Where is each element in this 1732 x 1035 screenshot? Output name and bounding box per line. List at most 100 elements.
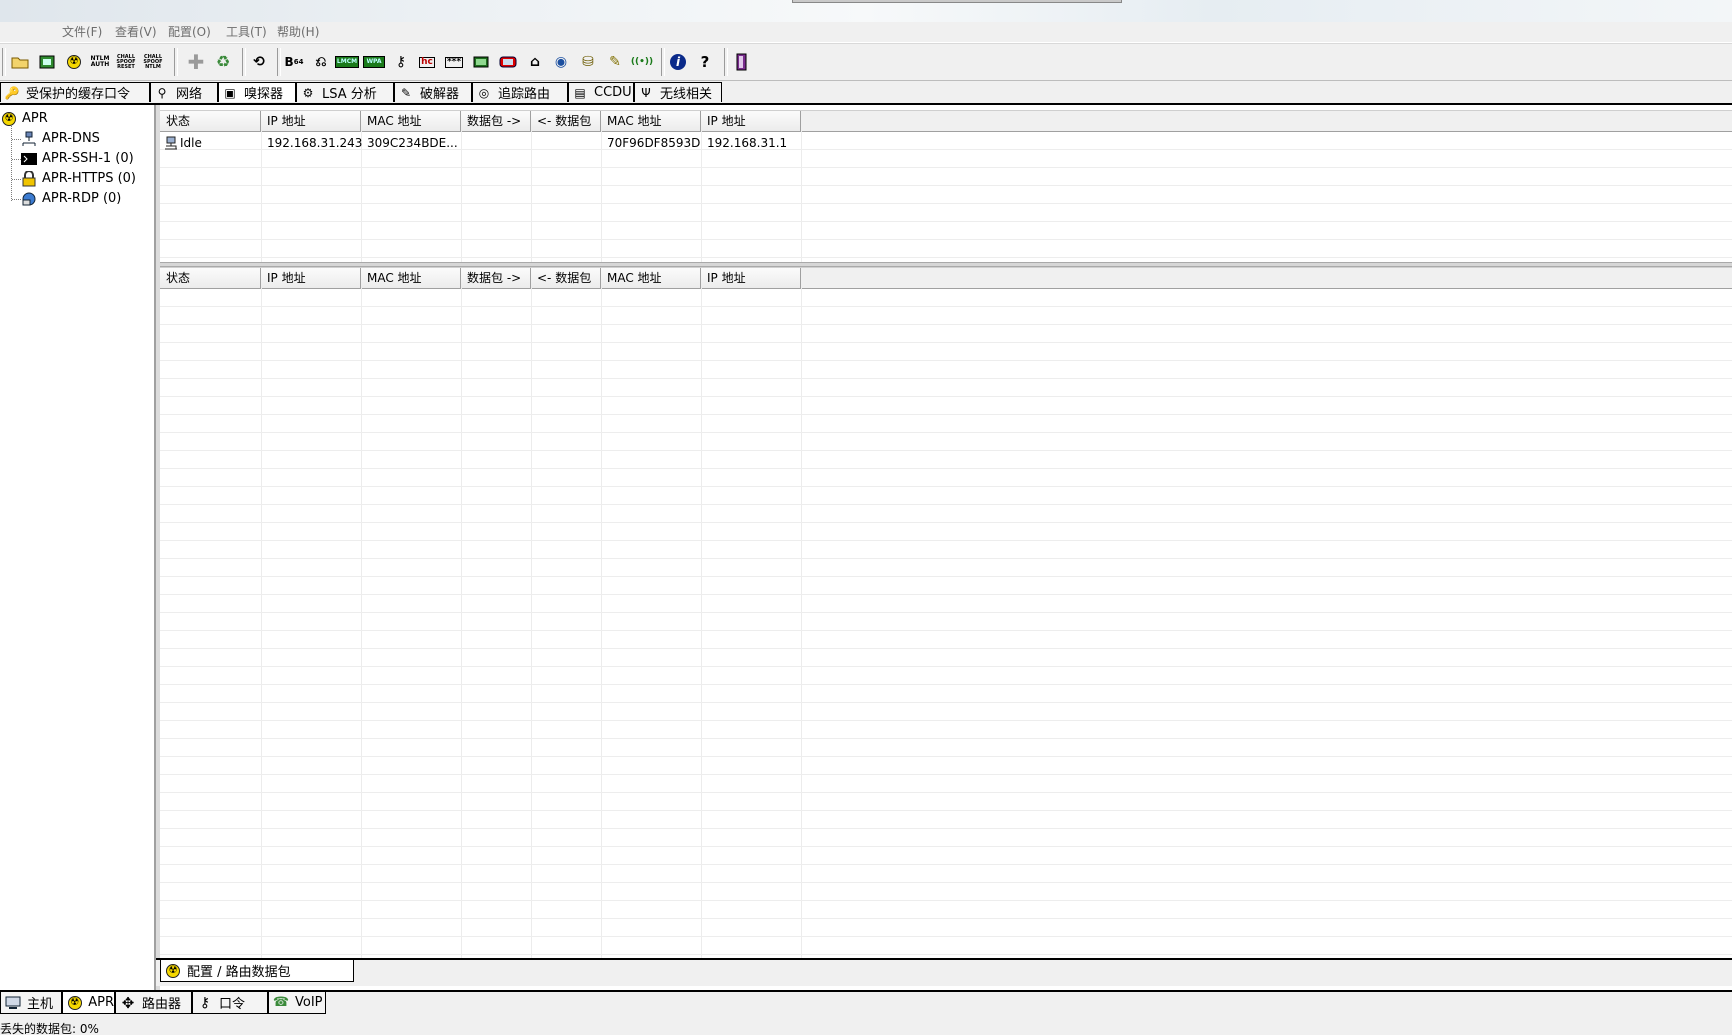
column-header-mac[interactable]: MAC 地址 [361,268,461,288]
lmcm-icon[interactable]: LMCM [334,51,360,73]
grid-line [160,468,1732,469]
grid-header: 状态 IP 地址 MAC 地址 数据包 -> <- 数据包 MAC 地址 IP … [160,110,1732,132]
password-stars-icon[interactable]: *** [443,51,465,73]
network-icon: ⚲ [157,85,167,100]
column-header-status[interactable]: 状态 [160,268,261,288]
tab-voip[interactable]: ☎ VoIP [268,992,326,1014]
tab-label: 嗅探器 [244,87,284,102]
wpa-icon[interactable]: WPA [363,51,385,73]
tree-connector [12,179,21,180]
tab-router[interactable]: ✥ 路由器 [115,992,192,1014]
chall-spoof-reset-icon[interactable]: CHALL SPOOF RESET [115,51,137,73]
decoder-icon[interactable]: ⛁ [577,51,599,73]
menu-file[interactable]: 文件(F) [58,23,106,41]
tab-wireless[interactable]: Ψ 无线相关 [634,82,722,102]
column-header-ip-2[interactable]: IP 地址 [701,268,801,288]
tab-protected-cache[interactable]: 🔑 受保护的缓存口令 [0,82,150,102]
wireless-antenna-icon: Ψ [641,85,651,100]
cable-icon[interactable]: ⎌ [310,51,332,73]
network-globe-icon[interactable]: ◉ [550,51,572,73]
box-icon[interactable] [497,51,519,73]
menu-config[interactable]: 配置(O) [164,23,215,41]
tab-config-route-packets[interactable]: ☢ 配置 / 路由数据包 [160,960,354,982]
sub-tab-bar: ☢ 配置 / 路由数据包 [156,958,1732,986]
menu-tools[interactable]: 工具(T) [222,23,271,41]
tab-apr[interactable]: ☢ APR [62,992,115,1014]
menu-bar: 文件(F) 查看(V) 配置(O) 工具(T) 帮助(H) [0,22,1732,42]
grid-line [160,450,1732,451]
tree-node-apr-https[interactable]: APR-HTTPS (0) [21,170,136,188]
main-tab-bar: 主机 ☢ APR ✥ 路由器 ⚷ 口令 ☎ VoIP [0,990,1732,1016]
grid-line [361,288,362,958]
column-header-packets-in[interactable]: <- 数据包 [531,268,601,288]
terminal-icon[interactable] [470,51,492,73]
tab-cracker[interactable]: ✎ 破解器 [394,82,472,102]
tree-node-apr[interactable]: ☢ APR [1,110,48,128]
ccdu-icon: ▤ [574,85,586,100]
grid-line [160,828,1732,829]
apr-radiation-icon[interactable]: ☢ [63,51,85,73]
tab-ccdu[interactable]: ▤ CCDU [568,82,634,102]
pen-icon[interactable]: ✎ [604,51,626,73]
grid-line [531,288,532,958]
tree-node-apr-rdp[interactable]: APR-RDP (0) [21,190,121,208]
key-icon[interactable]: ⚷ [390,51,412,73]
grid-line [160,221,1732,222]
column-header-packets-out[interactable]: 数据包 -> [461,111,531,131]
trace-icon[interactable]: ⌂ [524,51,546,73]
grid-line [160,185,1732,186]
grid-line [160,702,1732,703]
overlay-window-edge [792,0,1122,3]
column-header-mac-2[interactable]: MAC 地址 [601,111,701,131]
tab-traceroute[interactable]: ◎ 追踪路由 [472,82,568,102]
recycle-icon[interactable]: ♻ [212,51,234,73]
grid-line [160,504,1732,505]
column-header-mac-2[interactable]: MAC 地址 [601,268,701,288]
column-header-packets-out[interactable]: 数据包 -> [461,268,531,288]
key-cache-icon: 🔑 [4,85,20,100]
grid-line [160,666,1732,667]
column-header-ip-2[interactable]: IP 地址 [701,111,801,131]
tab-network[interactable]: ⚲ 网络 [150,82,218,102]
tree-node-apr-ssh[interactable]: APR-SSH-1 (0) [21,150,134,168]
exit-door-icon[interactable] [730,51,752,73]
grid-header: 状态 IP 地址 MAC 地址 数据包 -> <- 数据包 MAC 地址 IP … [160,267,1732,289]
column-header-status[interactable]: 状态 [160,111,261,131]
tab-host[interactable]: 主机 [0,992,62,1014]
chall-spoof-ntlm-icon[interactable]: CHALL SPOOF NTLM [142,51,164,73]
help-question-icon[interactable]: ? [694,51,716,73]
grid-line [160,378,1732,379]
row-ip-cell: 192.168.31.243 [267,136,363,150]
menu-view[interactable]: 查看(V) [111,23,161,41]
base64-icon[interactable]: B 64 [283,51,305,73]
grid-line [160,540,1732,541]
remote-desktop-icon [21,191,37,207]
tab-sniffer[interactable]: ▣ 嗅探器 [218,82,296,102]
sniffer-network-card-icon[interactable] [36,51,58,73]
tab-label: CCDU [594,85,632,100]
menu-help[interactable]: 帮助(H) [273,23,323,41]
grid-line [160,324,1732,325]
toolbar-separator [724,48,728,76]
column-header-packets-in[interactable]: <- 数据包 [531,111,601,131]
column-header-mac[interactable]: MAC 地址 [361,111,461,131]
tab-lsa-analysis[interactable]: ⚙ LSA 分析 [296,82,394,102]
grid-line [601,288,602,958]
wireless-icon[interactable]: ((•)) [631,51,653,73]
grid-line [160,864,1732,865]
column-header-ip[interactable]: IP 地址 [261,111,361,131]
tree-node-label: APR [22,111,48,126]
tab-label: 路由器 [142,997,182,1012]
tab-password[interactable]: ⚷ 口令 [192,992,268,1014]
hash-calculator-icon[interactable]: hc [416,51,438,73]
tree-node-apr-dns[interactable]: APR-DNS [21,130,100,148]
info-icon[interactable]: i [667,51,689,73]
status-bar: 丢失的数据包: 0% [0,1016,1732,1035]
grid-line [160,486,1732,487]
add-plus-icon[interactable]: ✚ [185,51,207,73]
ntlm-auth-icon[interactable]: NTLM AUTH [89,51,111,73]
column-header-ip[interactable]: IP 地址 [261,268,361,288]
scan-icon[interactable]: ⟲ [248,51,270,73]
open-folder-icon[interactable] [9,51,31,73]
grid-line [160,720,1732,721]
